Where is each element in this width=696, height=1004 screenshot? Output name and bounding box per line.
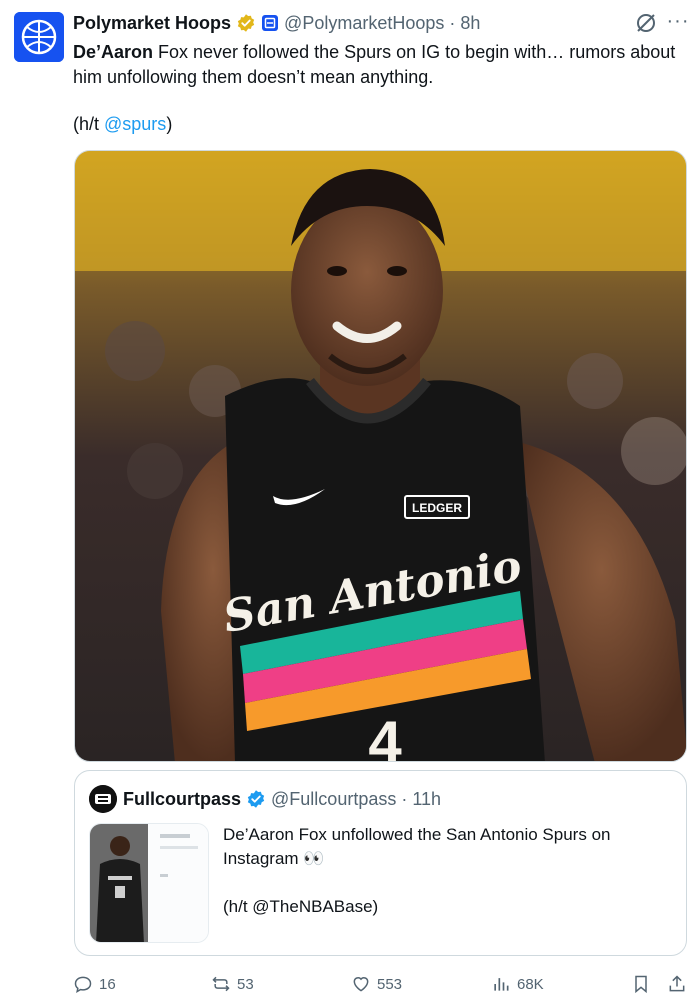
repost-count: 53 [237, 975, 254, 993]
quote-text: De’Aaron Fox unfollowed the San Antonio … [223, 825, 611, 868]
verified-icon [247, 790, 265, 808]
more-options-icon[interactable]: ··· [665, 8, 691, 34]
hat-tip-close: ) [166, 114, 173, 134]
separator-dot: · [449, 12, 456, 33]
player-photo: LEDGER San Antonio 4 [75, 151, 686, 762]
quote-separator-dot: · [401, 788, 408, 809]
reply-count: 16 [99, 975, 116, 993]
tweet[interactable]: Polymarket Hoops @PolymarketHoops · 8h ·… [0, 0, 696, 1004]
bookmark-icon [635, 975, 647, 994]
analytics-icon [494, 978, 509, 991]
verified-org-icon [237, 14, 255, 32]
quote-header: Fullcourtpass @Fullcourtpass · 11h [123, 786, 441, 812]
post-image[interactable]: LEDGER San Antonio 4 [74, 150, 687, 762]
author-handle[interactable]: @PolymarketHoops [284, 13, 444, 34]
quote-author-name[interactable]: Fullcourtpass [123, 789, 241, 810]
post-text-bold: De’Aaron [73, 42, 154, 62]
post-time[interactable]: 8h [460, 13, 480, 34]
quote-image[interactable] [89, 823, 209, 943]
like-button[interactable]: 553 [351, 970, 402, 998]
post-hat-tip: (h/t @spurs) [73, 112, 172, 137]
author-name[interactable]: Polymarket Hoops [73, 13, 231, 34]
quote-hat-tip: (h/t @TheNBABase) [223, 897, 379, 916]
author-avatar[interactable] [14, 12, 64, 62]
reply-icon [74, 976, 92, 993]
action-bar: 16 53 553 68K [73, 970, 693, 998]
quote-author-handle[interactable]: @Fullcourtpass [271, 789, 396, 810]
share-icon [669, 975, 685, 992]
jersey-number-text: 4 [368, 709, 402, 762]
bookmark-button[interactable] [631, 970, 651, 998]
grok-icon[interactable] [633, 10, 659, 36]
post-text: De’Aaron Fox never followed the Spurs on… [73, 40, 685, 90]
post-header: Polymarket Hoops @PolymarketHoops · 8h [73, 10, 480, 36]
post-text-body: Fox never followed the Spurs on IG to be… [73, 42, 676, 87]
repost-button[interactable]: 53 [211, 970, 254, 998]
view-count: 68K [517, 975, 544, 993]
sponsor-patch-text: LEDGER [412, 501, 462, 515]
heart-icon [353, 977, 369, 992]
like-count: 553 [377, 975, 403, 993]
affiliate-badge-icon[interactable] [261, 14, 279, 32]
share-button[interactable] [667, 970, 687, 998]
views-button[interactable]: 68K [491, 970, 544, 998]
hat-tip-open: (h/t [73, 114, 105, 134]
quote-time[interactable]: 11h [412, 789, 441, 810]
reply-button[interactable]: 16 [73, 970, 116, 998]
quoted-post[interactable]: Fullcourtpass @Fullcourtpass · 11h De’Aa… [74, 770, 687, 956]
repost-icon [212, 976, 230, 992]
mention-link[interactable]: @spurs [104, 114, 166, 134]
quote-author-avatar[interactable] [89, 785, 117, 813]
